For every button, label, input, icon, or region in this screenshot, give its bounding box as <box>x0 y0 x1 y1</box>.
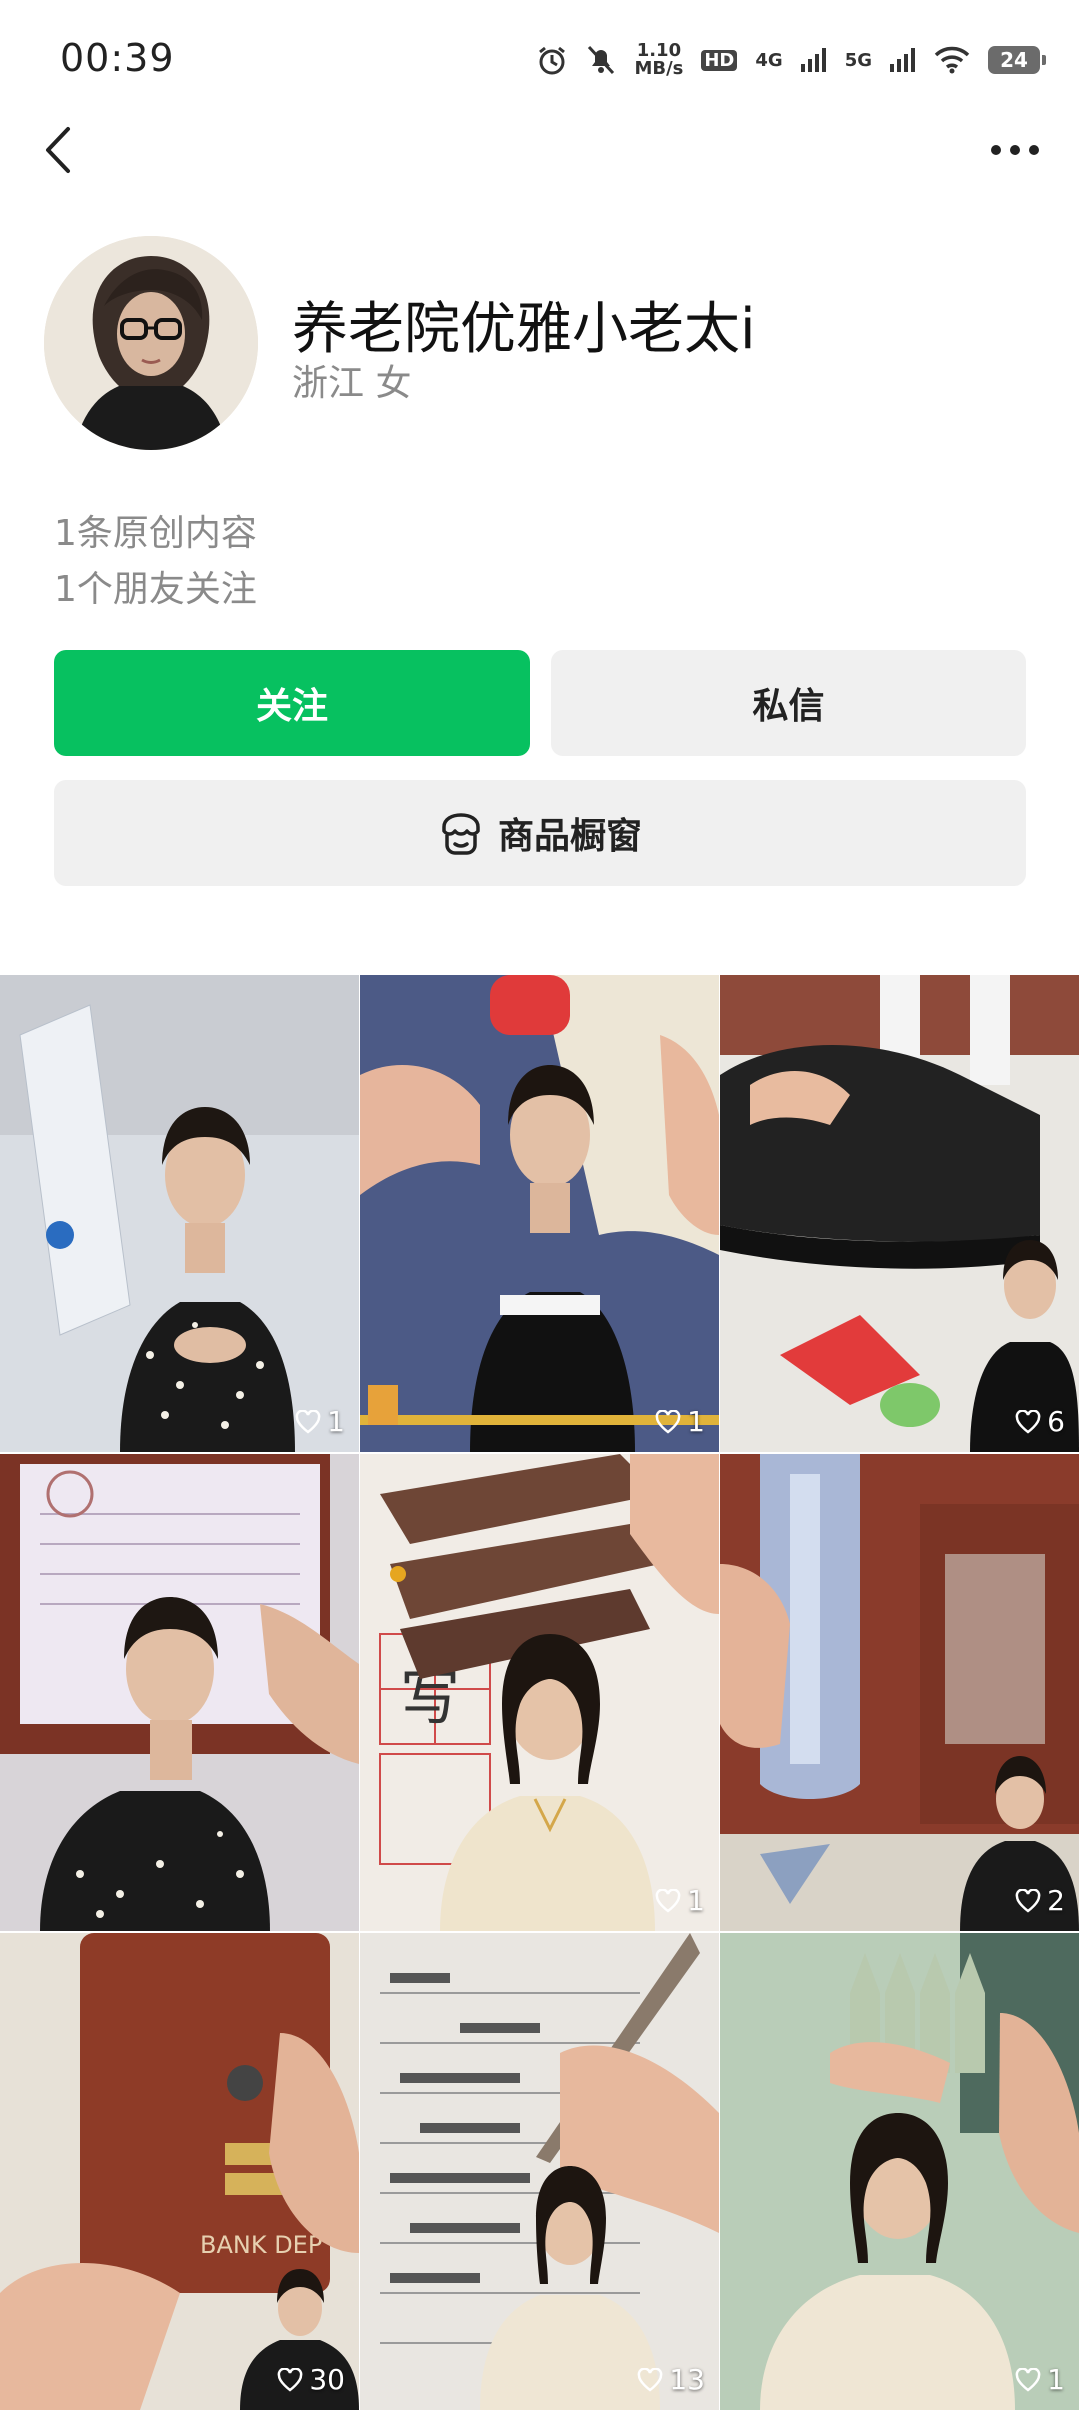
status-icons: 1.10 MB/s HD 4G 5G 24 <box>536 38 1046 82</box>
original-content-count[interactable]: 1条原创内容 <box>54 504 257 556</box>
net-speed: 1.10 MB/s <box>634 42 683 78</box>
heart-icon <box>1015 1888 1041 1913</box>
video-thumbnail[interactable] <box>0 1454 359 1931</box>
like-count-value: 1 <box>687 1884 705 1917</box>
signal-5g-icon: 5G <box>844 49 872 71</box>
like-count: 1 <box>1015 2363 1065 2396</box>
heart-icon <box>638 2367 663 2392</box>
wifi-icon <box>934 46 970 74</box>
like-count: 1 <box>655 1405 705 1438</box>
like-count-value: 6 <box>1047 1405 1065 1438</box>
svg-text:BANK DEP: BANK DEP <box>200 2231 322 2259</box>
message-button[interactable]: 私信 <box>551 650 1026 756</box>
video-thumbnail[interactable]: 1 <box>0 975 359 1452</box>
video-thumbnail[interactable]: 写 1 <box>360 1454 719 1931</box>
battery-level: 24 <box>1000 48 1028 72</box>
like-count: 1 <box>655 1884 705 1917</box>
video-grid: 1 1 6 写 1 2 BANK DEP 30 13 1 <box>0 975 1080 2410</box>
more-options-button[interactable] <box>980 120 1050 180</box>
like-count-value: 1 <box>327 1405 345 1438</box>
more-dots-icon <box>991 145 1039 155</box>
back-button[interactable] <box>28 120 88 180</box>
like-count-value: 1 <box>1047 2363 1065 2396</box>
chevron-left-icon <box>46 127 70 173</box>
heart-icon <box>655 1888 681 1913</box>
alarm-icon <box>539 46 566 75</box>
profile-name: 养老院优雅小老太i <box>292 297 756 362</box>
signal-bars-5g-icon <box>890 48 915 72</box>
shop-window-label: 商品橱窗 <box>497 816 642 857</box>
like-count-value: 30 <box>309 2363 345 2396</box>
video-thumbnail[interactable]: BANK DEP 30 <box>0 1933 359 2410</box>
shop-icon <box>442 813 480 855</box>
like-count-value: 13 <box>669 2363 705 2396</box>
video-thumbnail[interactable]: 13 <box>360 1933 719 2410</box>
heart-icon <box>295 1409 321 1434</box>
avatar[interactable] <box>44 236 258 450</box>
video-thumbnail[interactable]: 2 <box>720 1454 1079 1931</box>
profile-location-gender: 浙江 女 <box>292 363 412 404</box>
friends-following-count[interactable]: 1个朋友关注 <box>54 560 257 612</box>
heart-icon <box>655 1409 681 1434</box>
like-count: 30 <box>277 2363 345 2396</box>
like-count-value: 1 <box>687 1405 705 1438</box>
like-count: 1 <box>295 1405 345 1438</box>
battery-icon: 24 <box>988 46 1046 74</box>
like-count: 13 <box>637 2363 705 2396</box>
shop-window-button[interactable]: 商品橱窗 <box>54 780 1026 886</box>
heart-icon <box>1015 2367 1041 2392</box>
follow-button[interactable]: 关注 <box>54 650 530 756</box>
like-count: 6 <box>1015 1405 1065 1438</box>
heart-icon <box>278 2367 303 2392</box>
heart-icon <box>1015 1409 1041 1434</box>
net-speed-unit: MB/s <box>634 58 684 79</box>
signal-4g-icon: 4G <box>755 49 783 71</box>
status-time: 00:39 <box>60 36 175 80</box>
hd-icon: HD <box>701 49 738 71</box>
video-thumbnail[interactable]: 1 <box>360 975 719 1452</box>
mute-bell-icon <box>588 45 615 75</box>
video-thumbnail[interactable]: 1 <box>720 1933 1079 2410</box>
like-count-value: 2 <box>1047 1884 1065 1917</box>
video-thumbnail[interactable]: 6 <box>720 975 1079 1452</box>
signal-bars-icon <box>800 48 826 72</box>
like-count: 2 <box>1015 1884 1065 1917</box>
